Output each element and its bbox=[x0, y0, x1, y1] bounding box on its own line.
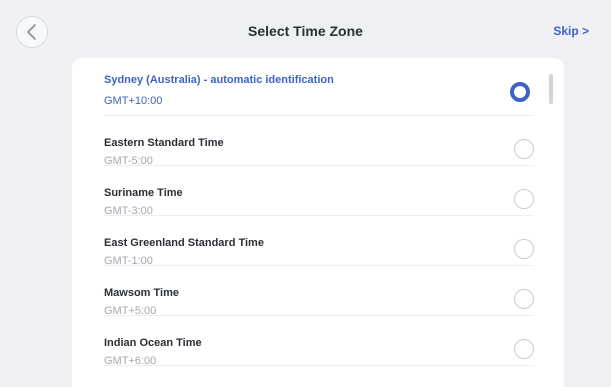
timezone-row-suriname[interactable]: Suriname Time GMT-3:00 bbox=[104, 166, 534, 217]
timezone-offset: GMT+6:00 bbox=[104, 355, 157, 367]
timezone-row-mawsom[interactable]: Mawsom Time GMT+5:00 bbox=[104, 266, 534, 317]
radio-unselected[interactable] bbox=[514, 289, 534, 309]
radio-unselected[interactable] bbox=[514, 239, 534, 259]
page-title: Select Time Zone bbox=[248, 23, 363, 39]
timezone-row-east-greenland[interactable]: East Greenland Standard Time GMT-1:00 bbox=[104, 216, 534, 267]
timezone-list: Sydney (Australia) - automatic identific… bbox=[72, 58, 564, 367]
radio-unselected[interactable] bbox=[514, 339, 534, 359]
timezone-name: Indian Ocean Time bbox=[104, 337, 202, 349]
header-bar: Select Time Zone Skip > bbox=[0, 0, 611, 62]
timezone-offset: GMT+10:00 bbox=[104, 95, 163, 107]
radio-selected[interactable] bbox=[510, 82, 530, 102]
timezone-name: Suriname Time bbox=[104, 187, 183, 199]
timezone-name: East Greenland Standard Time bbox=[104, 237, 264, 249]
skip-button[interactable]: Skip > bbox=[553, 24, 589, 38]
timezone-row-eastern-standard[interactable]: Eastern Standard Time GMT-5:00 bbox=[104, 116, 534, 167]
scrollbar-thumb[interactable] bbox=[549, 74, 553, 104]
timezone-row-indian-ocean[interactable]: Indian Ocean Time GMT+6:00 bbox=[104, 316, 534, 367]
radio-unselected[interactable] bbox=[514, 139, 534, 159]
timezone-row-sydney[interactable]: Sydney (Australia) - automatic identific… bbox=[104, 58, 534, 116]
radio-unselected[interactable] bbox=[514, 189, 534, 209]
timezone-list-card: Sydney (Australia) - automatic identific… bbox=[72, 58, 564, 387]
timezone-name: Sydney (Australia) - automatic identific… bbox=[104, 74, 334, 86]
timezone-name: Eastern Standard Time bbox=[104, 137, 224, 149]
timezone-name: Mawsom Time bbox=[104, 287, 179, 299]
